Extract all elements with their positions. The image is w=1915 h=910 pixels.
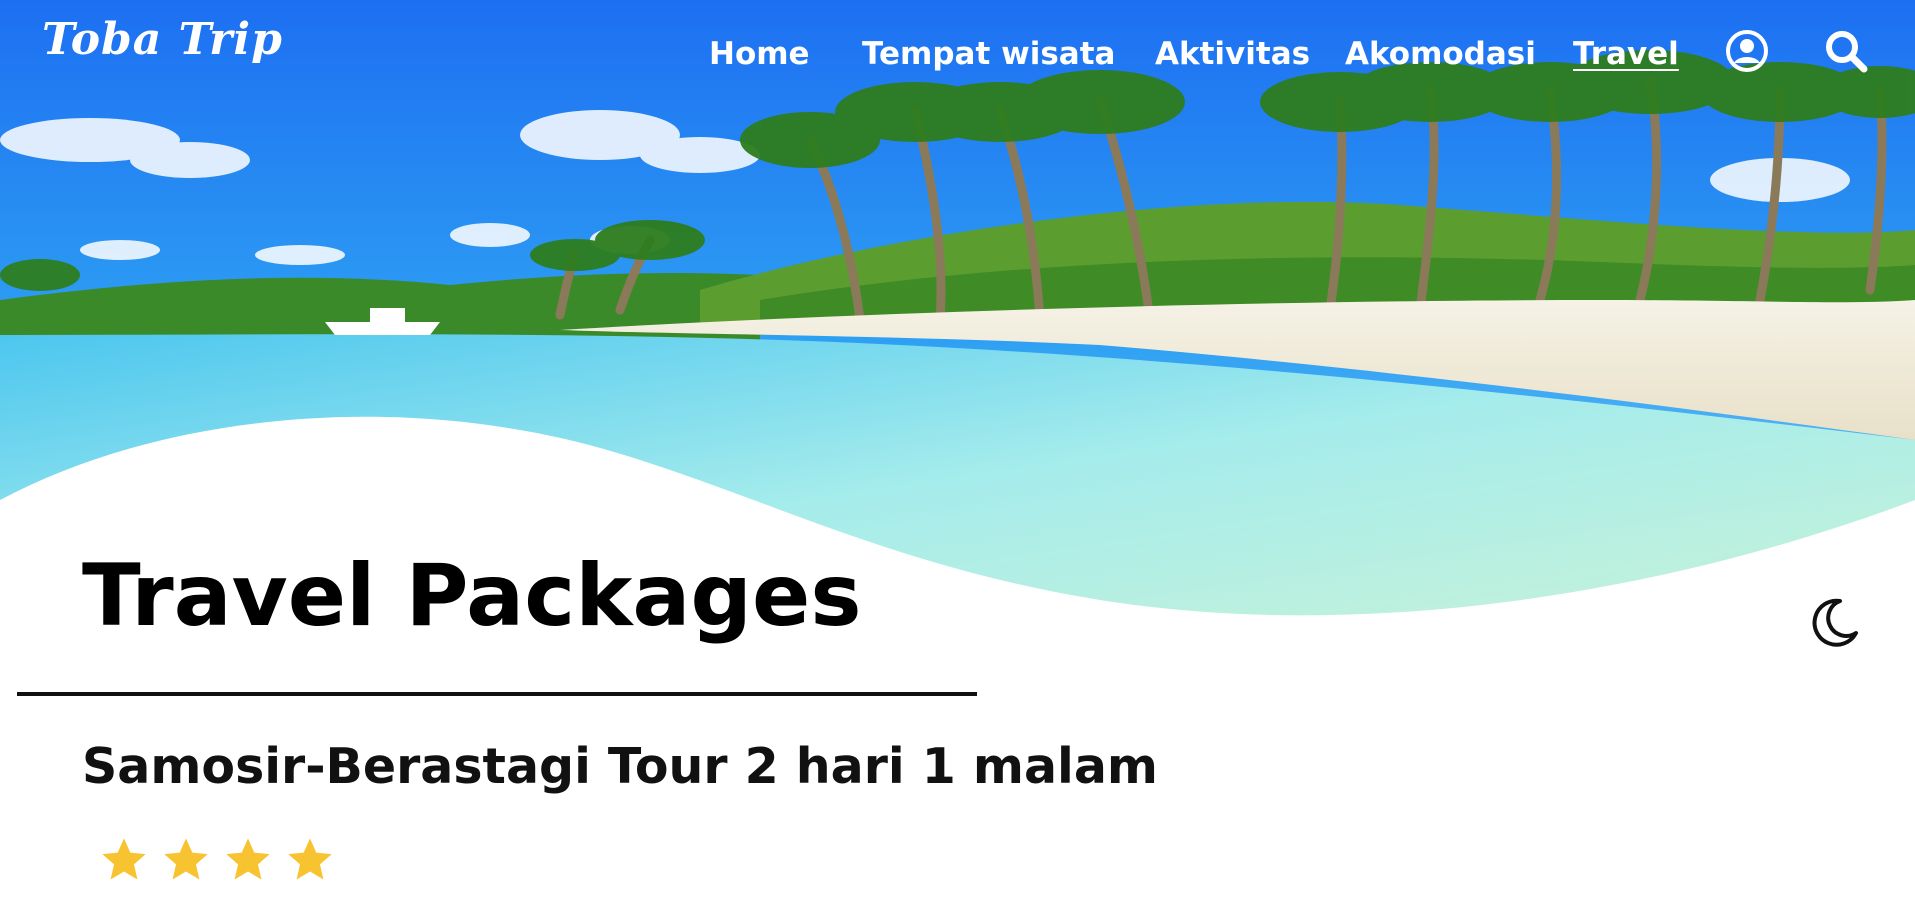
moon-icon[interactable] xyxy=(1806,595,1862,651)
hero-image xyxy=(0,0,1915,620)
nav-item-aktivitas[interactable]: Aktivitas xyxy=(1155,36,1310,72)
brand-logo[interactable]: Toba Trip xyxy=(42,14,283,65)
star-icon xyxy=(164,838,208,880)
nav-item-tempat-wisata[interactable]: Tempat wisata xyxy=(862,36,1115,72)
page-title: Travel Packages xyxy=(82,546,862,646)
nav-item-home[interactable]: Home xyxy=(709,36,810,72)
star-icon xyxy=(288,838,332,880)
divider xyxy=(17,692,977,696)
search-icon[interactable] xyxy=(1823,28,1869,74)
user-icon[interactable] xyxy=(1724,28,1770,74)
nav-item-travel[interactable]: Travel xyxy=(1573,36,1679,72)
package-title: Samosir-Berastagi Tour 2 hari 1 malam xyxy=(82,738,1158,795)
star-icon xyxy=(226,838,270,880)
rating-stars xyxy=(98,834,336,886)
nav-item-akomodasi[interactable]: Akomodasi xyxy=(1345,36,1536,72)
star-icon xyxy=(102,838,146,880)
